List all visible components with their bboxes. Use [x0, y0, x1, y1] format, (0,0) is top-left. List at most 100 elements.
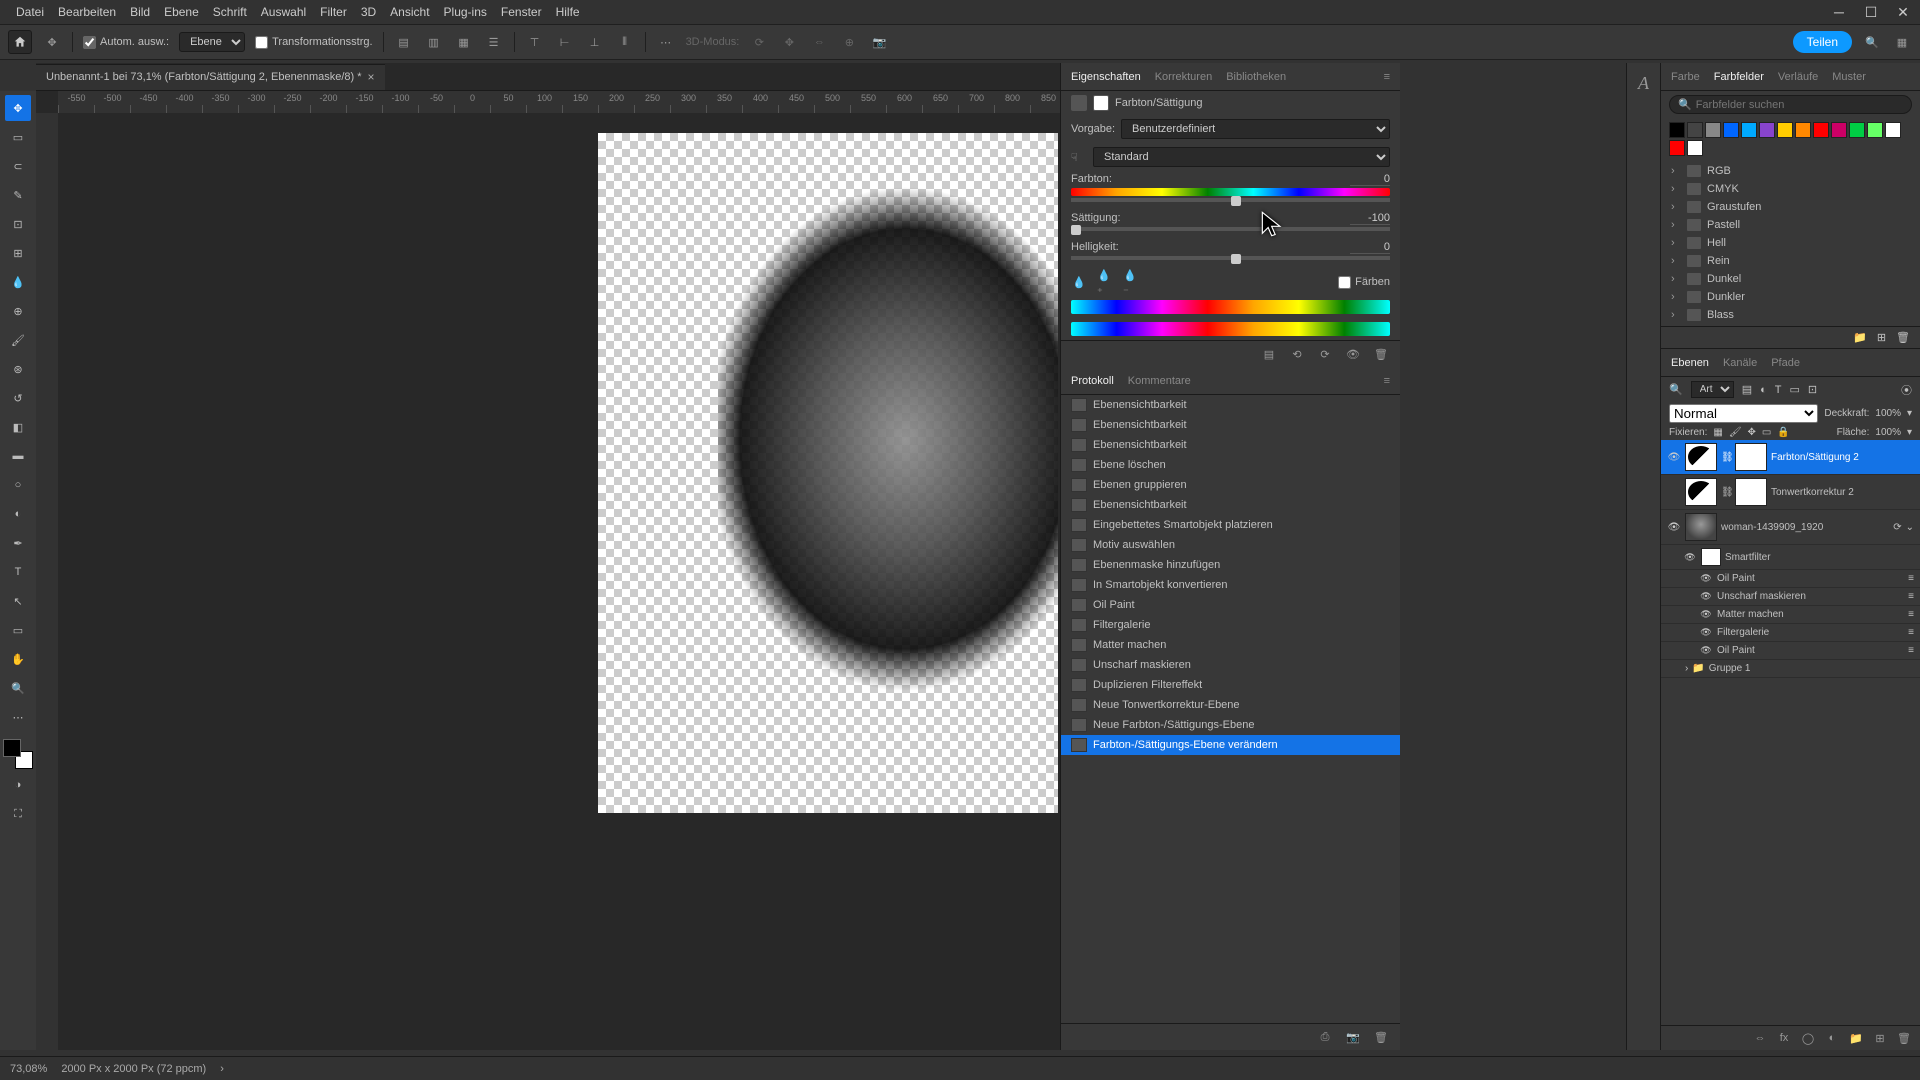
home-button[interactable]: [8, 30, 32, 54]
layers-filter-select[interactable]: Art: [1691, 381, 1734, 398]
chevron-right-icon[interactable]: ›: [1685, 663, 1688, 674]
layer-name[interactable]: Matter machen: [1717, 609, 1904, 620]
new-group-icon[interactable]: 📁: [1853, 331, 1867, 344]
filter-options-icon[interactable]: ≡: [1908, 573, 1914, 584]
history-item[interactable]: Duplizieren Filtereffekt: [1061, 675, 1400, 695]
snapshot-icon[interactable]: 📷: [1344, 1028, 1362, 1046]
quick-mask-tool[interactable]: ◑: [5, 772, 31, 798]
shape-tool[interactable]: ▭: [5, 617, 31, 643]
lock-transparent-icon[interactable]: ▦: [1713, 427, 1722, 438]
layer-name[interactable]: Smartfilter: [1725, 552, 1914, 563]
swatch[interactable]: [1885, 122, 1901, 138]
status-chevron-icon[interactable]: ›: [220, 1063, 224, 1075]
menu-fenster[interactable]: Fenster: [501, 5, 542, 19]
menu-bearbeiten[interactable]: Bearbeiten: [58, 5, 116, 19]
mask-add-icon[interactable]: ◯: [1800, 1030, 1816, 1046]
3d-orbit-icon[interactable]: ⟳: [749, 32, 769, 52]
layer-name[interactable]: Oil Paint: [1717, 573, 1904, 584]
align-right-icon[interactable]: ▦: [454, 32, 474, 52]
layer-item[interactable]: 👁woman-1439909_1920⟳⌄: [1661, 510, 1920, 545]
layer-thumb[interactable]: [1685, 443, 1717, 471]
3d-zoom-icon[interactable]: ⊕: [839, 32, 859, 52]
hue-slider[interactable]: [1071, 198, 1390, 202]
layer-name[interactable]: Farbton/Sättigung 2: [1771, 452, 1914, 463]
history-item[interactable]: Ebenensichtbarkeit: [1061, 495, 1400, 515]
group-add-icon[interactable]: 📁: [1848, 1030, 1864, 1046]
swatch-group[interactable]: ›RGB: [1661, 162, 1920, 180]
zoom-readout[interactable]: 73,08%: [10, 1063, 47, 1075]
swatch[interactable]: [1831, 122, 1847, 138]
eraser-tool[interactable]: ◧: [5, 414, 31, 440]
menu-filter[interactable]: Filter: [320, 5, 347, 19]
history-item[interactable]: Filtergalerie: [1061, 615, 1400, 635]
smart-filter-icon[interactable]: ⊡: [1808, 383, 1817, 396]
canvas-document[interactable]: [598, 133, 1058, 813]
link-icon[interactable]: ⛓: [1721, 487, 1731, 498]
menu-datei[interactable]: Datei: [16, 5, 44, 19]
layer-name[interactable]: Filtergalerie: [1717, 627, 1904, 638]
previous-state-icon[interactable]: ⟲: [1288, 345, 1306, 363]
panel-menu-icon[interactable]: ≡: [1384, 71, 1390, 83]
swatch-search-input[interactable]: [1696, 99, 1903, 111]
align-top-icon[interactable]: ⊤: [525, 32, 545, 52]
3d-camera-icon[interactable]: 📷: [869, 32, 889, 52]
menu-plug-ins[interactable]: Plug-ins: [444, 5, 487, 19]
edit-toolbar[interactable]: ⋯: [5, 704, 31, 730]
lock-artboard-icon[interactable]: ▭: [1762, 427, 1771, 438]
layer-name[interactable]: Gruppe 1: [1709, 663, 1914, 674]
shape-filter-icon[interactable]: ▭: [1790, 383, 1800, 396]
visibility-icon[interactable]: 👁: [1699, 609, 1713, 620]
layer-item[interactable]: 👁Oil Paint≡: [1661, 570, 1920, 588]
history-item[interactable]: Farbton-/Sättigungs-Ebene verändern: [1061, 735, 1400, 755]
history-brush-tool[interactable]: ↺: [5, 385, 31, 411]
swatch[interactable]: [1867, 122, 1883, 138]
history-item[interactable]: Neue Tonwertkorrektur-Ebene: [1061, 695, 1400, 715]
align-left-icon[interactable]: ▤: [394, 32, 414, 52]
history-item[interactable]: Ebenenmaske hinzufügen: [1061, 555, 1400, 575]
swatch-group[interactable]: ›Rein: [1661, 252, 1920, 270]
layer-item[interactable]: 👁 Matter machen ≡: [1661, 606, 1920, 624]
history-item[interactable]: Ebenensichtbarkeit: [1061, 435, 1400, 455]
healing-tool[interactable]: ⊕: [5, 298, 31, 324]
history-item[interactable]: Motiv auswählen: [1061, 535, 1400, 555]
tab-muster[interactable]: Muster: [1832, 71, 1866, 83]
character-panel-icon[interactable]: A: [1638, 73, 1649, 94]
transform-controls-check[interactable]: Transformationsstrg.: [255, 36, 372, 49]
trash-icon[interactable]: 🗑: [1372, 345, 1390, 363]
swatch-group[interactable]: ›CMYK: [1661, 180, 1920, 198]
hue-thumb[interactable]: [1231, 196, 1241, 206]
lock-brush-icon[interactable]: 🖌: [1729, 427, 1742, 438]
visibility-icon[interactable]: 👁: [1667, 452, 1681, 463]
pen-tool[interactable]: ✒: [5, 530, 31, 556]
filter-options-icon[interactable]: ≡: [1908, 591, 1914, 602]
distribute-v-icon[interactable]: ⫴: [615, 32, 635, 52]
swatch-group[interactable]: ›Dunkel: [1661, 270, 1920, 288]
layer-item[interactable]: 👁Unscharf maskieren≡: [1661, 588, 1920, 606]
history-item[interactable]: Oil Paint: [1061, 595, 1400, 615]
lock-position-icon[interactable]: ✥: [1748, 427, 1756, 438]
history-item[interactable]: Ebene löschen: [1061, 455, 1400, 475]
layer-add-icon[interactable]: ⊞: [1872, 1030, 1888, 1046]
filter-options-icon[interactable]: ≡: [1908, 609, 1914, 620]
menu-auswahl[interactable]: Auswahl: [261, 5, 306, 19]
layer-thumb[interactable]: [1685, 513, 1717, 541]
tab-kanäle[interactable]: Kanäle: [1723, 357, 1757, 369]
tab-kommentare[interactable]: Kommentare: [1128, 375, 1191, 387]
history-item[interactable]: Ebenensichtbarkeit: [1061, 395, 1400, 415]
swatch[interactable]: [1759, 122, 1775, 138]
layer-item[interactable]: 👁⛓Farbton/Sättigung 2: [1661, 440, 1920, 475]
fg-color-swatch[interactable]: [3, 739, 21, 757]
history-item[interactable]: In Smartobjekt konvertieren: [1061, 575, 1400, 595]
history-item[interactable]: Eingebettetes Smartobjekt platzieren: [1061, 515, 1400, 535]
swatch-group[interactable]: ›Hell: [1661, 234, 1920, 252]
close-icon[interactable]: ×: [368, 70, 375, 84]
layer-name[interactable]: Oil Paint: [1717, 645, 1904, 656]
swatch-group[interactable]: ›Blass: [1661, 306, 1920, 324]
document-tab[interactable]: Unbenannt-1 bei 73,1% (Farbton/Sättigung…: [36, 64, 385, 90]
layer-item[interactable]: 👁Smartfilter: [1661, 545, 1920, 570]
hue-input[interactable]: [1350, 173, 1390, 186]
eyedropper-plus-icon[interactable]: 💧₊: [1097, 274, 1113, 290]
swatch-group[interactable]: ›Pastell: [1661, 216, 1920, 234]
history-item[interactable]: Ebenen gruppieren: [1061, 475, 1400, 495]
smartfilter-mask[interactable]: [1701, 548, 1721, 566]
